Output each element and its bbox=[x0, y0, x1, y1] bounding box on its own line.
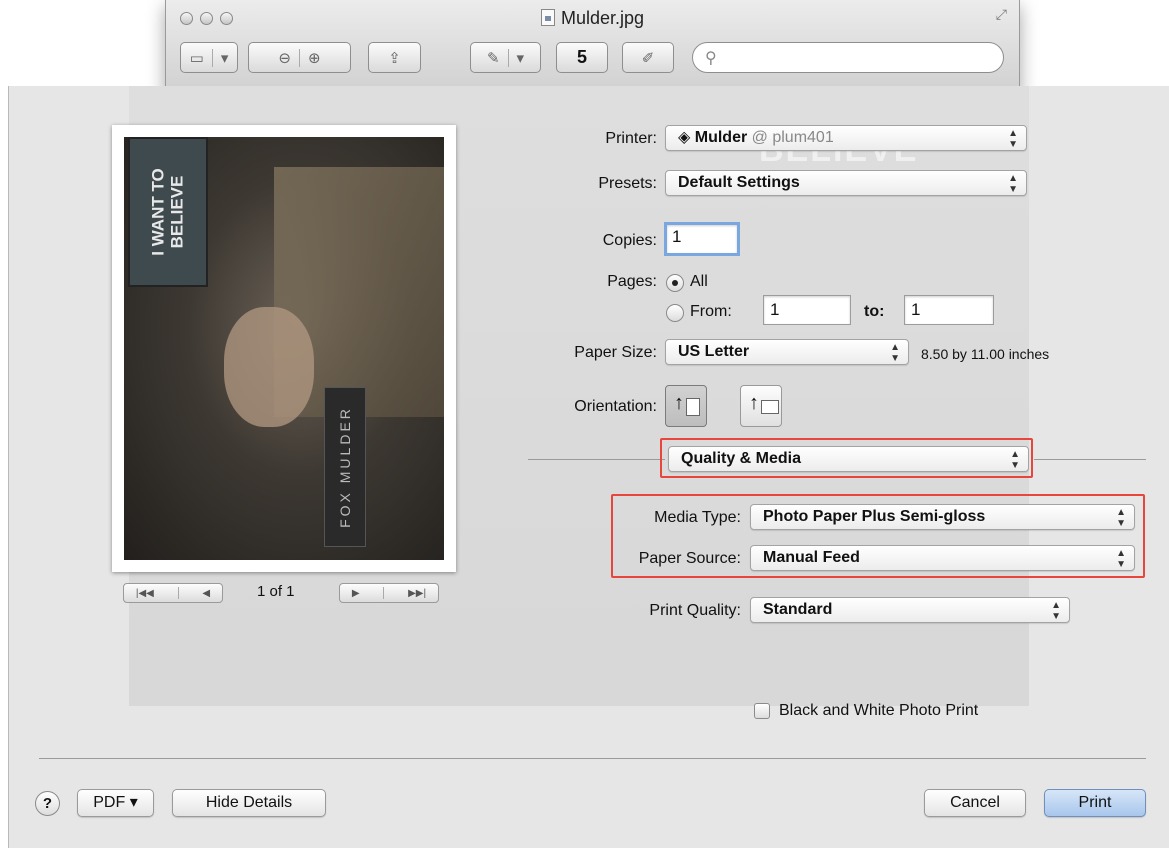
popup-arrows-icon: ▲ ▼ bbox=[890, 342, 900, 364]
media-type-value: Photo Paper Plus Semi-gloss bbox=[763, 508, 986, 525]
popup-arrows-icon: ▲ ▼ bbox=[1116, 507, 1126, 529]
printer-icon: ◈ bbox=[678, 129, 695, 146]
popup-arrows-icon: ▲ ▼ bbox=[1116, 548, 1126, 570]
zoom-in-icon[interactable]: ⊕ bbox=[308, 49, 321, 67]
popup-arrows-icon: ▲ ▼ bbox=[1051, 600, 1061, 622]
pen-icon: ✎ bbox=[486, 49, 500, 67]
search-field[interactable]: ⚲ bbox=[692, 42, 1004, 73]
paper-source-popup[interactable]: Manual Feed ▲ ▼ bbox=[750, 545, 1135, 571]
first-page-icon[interactable]: |◀◀ bbox=[136, 588, 154, 599]
preview-image: I WANT TO BELIEVE FOX MULDER bbox=[124, 137, 444, 560]
photo-person bbox=[224, 307, 314, 427]
footer-divider bbox=[39, 758, 1146, 759]
popup-arrows-icon: ▲ ▼ bbox=[1008, 173, 1018, 195]
bw-photo-checkbox[interactable] bbox=[754, 703, 770, 719]
pages-label: Pages: bbox=[607, 273, 657, 290]
pages-to-field[interactable]: 1 bbox=[904, 295, 994, 325]
preview-window: Mulder.jpg ⤢ ▭ ▾ ⊖ ⊕ ⇪ ✎ ▾ 5 ✐ ⚲ bbox=[165, 0, 1020, 98]
fullscreen-icon[interactable]: ⤢ bbox=[996, 6, 1007, 23]
chevron-down-icon: ▾ bbox=[220, 49, 229, 67]
page-counter: 1 of 1 bbox=[257, 583, 295, 600]
chevron-down-icon: ▾ bbox=[516, 49, 525, 67]
pages-to-label: to: bbox=[864, 303, 885, 320]
paper-size-value: US Letter bbox=[678, 343, 750, 360]
pdf-menu-button[interactable]: PDF ▾ bbox=[77, 789, 154, 817]
media-type-label: Media Type: bbox=[654, 509, 741, 526]
photo-nameplate: FOX MULDER bbox=[324, 387, 366, 547]
portrait-orientation-button[interactable]: ↑ bbox=[665, 385, 707, 427]
help-button[interactable]: ? bbox=[35, 791, 60, 816]
window-title: Mulder.jpg bbox=[560, 8, 645, 28]
paper-source-value: Manual Feed bbox=[763, 549, 860, 566]
nameplate-text: FOX MULDER bbox=[337, 406, 353, 528]
print-button[interactable]: Print bbox=[1044, 789, 1146, 817]
presets-popup[interactable]: Default Settings ▲ ▼ bbox=[665, 170, 1027, 196]
landscape-page-icon bbox=[761, 400, 779, 414]
paper-size-dimensions: 8.50 by 11.00 inches bbox=[921, 346, 1050, 362]
copies-label: Copies: bbox=[602, 232, 657, 249]
presets-value: Default Settings bbox=[678, 174, 800, 191]
pages-from-field[interactable]: 1 bbox=[763, 295, 851, 325]
photo-poster: I WANT TO BELIEVE bbox=[128, 137, 208, 287]
section-highlight bbox=[660, 438, 1033, 478]
print-dialog: BELIEVE I WANT TO BELIEVE FOX MULDER |◀◀… bbox=[8, 86, 1169, 848]
printer-host: @ plum401 bbox=[751, 129, 834, 146]
up-arrow-icon: ↑ bbox=[749, 392, 759, 414]
print-quality-popup[interactable]: Standard ▲ ▼ bbox=[750, 597, 1070, 623]
section-divider-left bbox=[528, 459, 665, 460]
share-button[interactable]: ⇪ bbox=[368, 42, 421, 73]
paper-size-popup[interactable]: US Letter ▲ ▼ bbox=[665, 339, 909, 365]
printer-popup[interactable]: ◈ Mulder @ plum401 ▲ ▼ bbox=[665, 125, 1027, 151]
orientation-label: Orientation: bbox=[574, 398, 657, 415]
edit-button[interactable]: ✐ bbox=[622, 42, 674, 73]
media-type-popup[interactable]: Photo Paper Plus Semi-gloss ▲ ▼ bbox=[750, 504, 1135, 530]
last-page-icon[interactable]: ▶▶| bbox=[408, 588, 426, 599]
section-divider-right bbox=[1034, 459, 1146, 460]
print-quality-value: Standard bbox=[763, 601, 833, 618]
search-icon: ⚲ bbox=[705, 49, 717, 67]
previous-page-icon[interactable]: ◀ bbox=[202, 588, 210, 599]
presets-label: Presets: bbox=[598, 175, 657, 192]
printer-name: Mulder bbox=[694, 129, 748, 146]
zoom-controls[interactable]: ⊖ ⊕ bbox=[248, 42, 351, 73]
annotate-button[interactable]: ✎ ▾ bbox=[470, 42, 541, 73]
preview-nav-forward: ▶ ▶▶| bbox=[339, 583, 439, 603]
rotate-button[interactable]: 5 bbox=[556, 42, 608, 73]
window-title-bar: Mulder.jpg bbox=[166, 8, 1019, 29]
print-quality-label: Print Quality: bbox=[649, 602, 741, 619]
hide-details-button[interactable]: Hide Details bbox=[172, 789, 326, 817]
view-menu-button[interactable]: ▭ ▾ bbox=[180, 42, 238, 73]
cancel-button[interactable]: Cancel bbox=[924, 789, 1026, 817]
popup-arrows-icon: ▲ ▼ bbox=[1008, 128, 1018, 150]
rotate-icon: 5 bbox=[576, 47, 587, 67]
image-file-icon bbox=[540, 9, 555, 26]
copies-field[interactable]: 1 bbox=[664, 222, 740, 256]
printer-label: Printer: bbox=[605, 130, 657, 147]
print-preview: I WANT TO BELIEVE FOX MULDER bbox=[112, 125, 456, 572]
next-page-icon[interactable]: ▶ bbox=[352, 588, 360, 599]
preview-nav-back: |◀◀ ◀ bbox=[123, 583, 223, 603]
poster-text-line2: BELIEVE bbox=[167, 175, 186, 249]
bw-photo-label: Black and White Photo Print bbox=[779, 702, 979, 719]
up-arrow-icon: ↑ bbox=[674, 392, 684, 414]
pages-from-label: From: bbox=[690, 303, 732, 320]
share-icon: ⇪ bbox=[388, 49, 401, 67]
paper-size-label: Paper Size: bbox=[574, 344, 657, 361]
portrait-page-icon bbox=[686, 398, 700, 416]
pages-all-label: All bbox=[690, 273, 708, 290]
sidebar-icon: ▭ bbox=[189, 49, 204, 67]
poster-text-line1: I WANT TO bbox=[148, 168, 168, 256]
pages-all-radio[interactable] bbox=[666, 274, 684, 292]
pages-range-radio[interactable] bbox=[666, 304, 684, 322]
edit-icon: ✐ bbox=[641, 49, 655, 67]
landscape-orientation-button[interactable]: ↑ bbox=[740, 385, 782, 427]
paper-source-label: Paper Source: bbox=[638, 550, 741, 567]
zoom-out-icon[interactable]: ⊖ bbox=[278, 49, 291, 67]
